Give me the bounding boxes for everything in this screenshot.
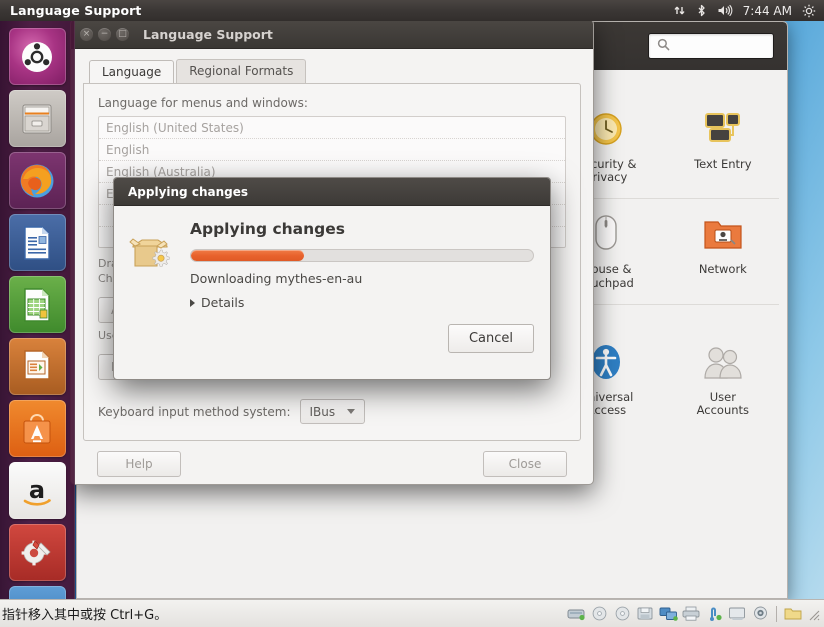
keyboard-input-label: Keyboard input method system:	[98, 404, 291, 419]
triangle-right-icon	[190, 298, 195, 307]
launcher-item-libreoffice-writer[interactable]	[8, 214, 66, 271]
launcher-item-ubuntu-software-center[interactable]	[8, 400, 66, 457]
vm-status-bar: 指针移入其中或按 Ctrl+G。	[0, 599, 824, 627]
launcher-item-firefox[interactable]	[8, 152, 66, 209]
desktop: Language Support 7:44 AM a Security & Pr…	[0, 0, 824, 627]
tab-bar: Language Regional Formats	[83, 59, 581, 84]
settings-label: Network	[698, 262, 747, 277]
top-panel-app-title[interactable]: Language Support	[10, 3, 141, 18]
language-support-titlebar: × − □ Language Support	[71, 20, 593, 49]
search-input[interactable]	[648, 33, 787, 59]
settings-item-network[interactable]: Network	[665, 203, 781, 295]
details-label: Details	[201, 295, 245, 310]
firefox-icon	[20, 164, 54, 197]
progress-bar-fill	[191, 250, 304, 261]
webcam-icon[interactable]	[750, 605, 770, 623]
keyboard-input-select[interactable]: IBus	[299, 399, 366, 424]
network-folder-icon	[700, 210, 746, 258]
dialog-actions: Cancel	[114, 310, 550, 353]
dialog-heading: Applying changes	[190, 220, 345, 238]
launcher-item-ubuntu-dash[interactable]	[8, 28, 66, 85]
resize-grip[interactable]	[806, 607, 820, 621]
maximize-button[interactable]: □	[116, 27, 129, 41]
presentation-icon	[24, 349, 50, 383]
svg-text:a: a	[29, 476, 45, 504]
close-button[interactable]: Close	[483, 451, 567, 477]
ubuntu-logo-icon	[22, 41, 52, 72]
network-icon[interactable]	[673, 4, 686, 17]
window-title: Language Support	[143, 26, 273, 42]
gear-icon[interactable]	[802, 4, 816, 18]
dialog-body: Applying changes Downloading mythes-en-a…	[114, 206, 550, 310]
launcher-item-libreoffice-impress[interactable]	[8, 338, 66, 395]
list-item[interactable]: English (United States)	[99, 117, 565, 139]
clock-indicator[interactable]: 7:44 AM	[743, 4, 792, 18]
software-center-bag-icon	[23, 413, 51, 443]
display-icon[interactable]	[727, 605, 747, 623]
dialog-titlebar: Applying changes	[114, 178, 550, 206]
list-item[interactable]: English	[99, 139, 565, 161]
printer-icon[interactable]	[681, 605, 701, 623]
file-cabinet-icon	[22, 104, 52, 133]
floppy-drive-icon[interactable]	[635, 605, 655, 623]
details-expander[interactable]: Details	[190, 295, 534, 310]
settings-item-user-accounts[interactable]: User Accounts	[665, 331, 781, 423]
launcher-item-files[interactable]	[8, 90, 66, 147]
settings-item-text-entry[interactable]: Text Entry	[665, 98, 781, 190]
hard-disk-icon[interactable]	[566, 605, 586, 623]
network-adapter-icon[interactable]	[658, 605, 678, 623]
keyboard-input-row: Keyboard input method system: IBus	[98, 399, 366, 424]
vm-device-icons	[566, 605, 824, 623]
shared-folder-icon[interactable]	[783, 605, 803, 623]
vm-status-message: 指针移入其中或按 Ctrl+G。	[2, 608, 168, 623]
menus-language-label: Language for menus and windows:	[98, 96, 308, 110]
search-field[interactable]	[670, 39, 787, 53]
progress-status-text: Downloading mythes-en-au	[190, 271, 363, 286]
system-settings-icon	[21, 539, 51, 565]
spreadsheet-icon	[24, 287, 50, 322]
optical-drive-icon[interactable]	[589, 605, 609, 623]
cancel-button[interactable]: Cancel	[447, 324, 534, 353]
package-gear-icon	[128, 220, 184, 310]
tab-regional-formats[interactable]: Regional Formats	[176, 59, 307, 83]
language-window-actions: Help Close	[83, 441, 581, 477]
bluetooth-icon[interactable]	[696, 4, 707, 17]
launcher-item-libreoffice-calc[interactable]	[8, 276, 66, 333]
tab-language[interactable]: Language	[89, 60, 175, 84]
indicator-area: 7:44 AM	[673, 4, 824, 18]
settings-label: Text Entry	[694, 157, 752, 171]
settings-label: User Accounts	[696, 389, 750, 418]
dialog-window-title: Applying changes	[128, 184, 248, 199]
usb-device-icon[interactable]	[704, 605, 724, 623]
dialog-content: Applying changes Downloading mythes-en-a…	[184, 220, 534, 310]
unity-launcher: a	[0, 21, 75, 627]
applying-changes-dialog: Applying changes Applying changes Downlo…	[113, 177, 551, 380]
users-icon	[699, 338, 747, 386]
minimize-button[interactable]: −	[98, 27, 111, 41]
keyboard-layout-icon	[700, 105, 746, 153]
chevron-down-icon	[347, 409, 356, 414]
amazon-icon: a	[23, 476, 51, 506]
launcher-item-system-settings[interactable]	[8, 524, 66, 581]
close-button[interactable]: ×	[80, 27, 93, 41]
document-icon	[24, 225, 50, 260]
help-button[interactable]: Help	[97, 451, 181, 477]
unity-top-panel: Language Support 7:44 AM	[0, 0, 824, 21]
progress-bar	[190, 249, 534, 262]
launcher-item-amazon[interactable]: a	[8, 462, 66, 519]
volume-icon[interactable]	[717, 4, 733, 17]
keyboard-input-value: IBus	[309, 404, 336, 419]
search-icon	[657, 38, 670, 54]
toolbar-divider	[776, 605, 777, 622]
optical-drive-2-icon[interactable]	[612, 605, 632, 623]
